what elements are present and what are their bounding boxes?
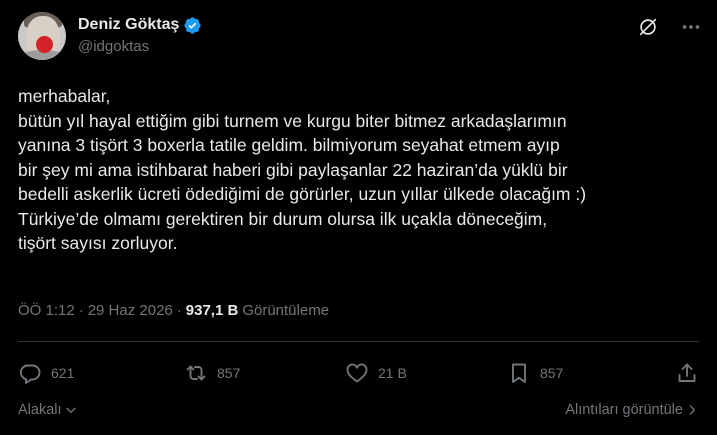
avatar[interactable]: [18, 12, 66, 60]
tweet-meta: ÖÖ 1:12 · 29 Haz 2026 · 937,1 B Görüntül…: [18, 302, 329, 319]
meta-separator: ·: [176, 302, 182, 319]
grok-icon[interactable]: [637, 16, 659, 38]
share-button[interactable]: [675, 358, 699, 388]
sort-label: Alakalı: [18, 402, 62, 418]
heart-icon: [346, 363, 368, 383]
tweet-line: yanına 3 tişört 3 boxerla tatile geldim.…: [18, 135, 560, 155]
tweet-time[interactable]: ÖÖ 1:12: [18, 302, 75, 319]
author-names: Deniz Göktaş @idgoktas: [78, 14, 202, 55]
more-icon[interactable]: [679, 16, 703, 38]
tweet-line: Türkiye’de olmamı gerektiren bir durum o…: [18, 208, 548, 229]
views-count: 937,1 B: [185, 302, 239, 319]
repost-icon: [186, 365, 206, 381]
tweet-date[interactable]: 29 Haz 2026: [88, 302, 173, 319]
chevron-down-icon: [65, 407, 76, 413]
bookmark-button[interactable]: 857: [507, 358, 563, 388]
action-bar: 621 857 21 B 857: [18, 358, 699, 388]
verified-badge-icon[interactable]: [183, 16, 202, 35]
views-label: Görüntüleme: [242, 302, 330, 319]
tweet-line: tişört sayısı zorluyor.: [18, 233, 178, 253]
bookmark-icon: [512, 363, 526, 383]
meta-separator: ·: [78, 302, 84, 319]
tweet-text: merhabalar, bütün yıl hayal ettiğim gibi…: [18, 84, 708, 256]
avatar-clown-nose: [36, 36, 53, 53]
sort-dropdown[interactable]: Alakalı: [18, 402, 78, 418]
author-display-name[interactable]: Deniz Göktaş: [78, 16, 179, 34]
tweet-line: bedelli askerlik ücreti ödediğimi de gör…: [18, 184, 587, 204]
tweet-line: bütün yıl hayal ettiğim gibi turnem ve k…: [18, 110, 567, 131]
view-quotes-label: Alıntıları görüntüle: [565, 402, 683, 418]
tweet-line: merhabalar,: [18, 86, 111, 106]
tweet-line: bir şey mi ama istihbarat haberi gibi pa…: [18, 159, 568, 180]
chevron-right-icon: [689, 405, 695, 415]
like-count: 21 B: [378, 365, 407, 381]
replies-toolbar: Alakalı Alıntıları görüntüle: [18, 400, 699, 422]
share-icon: [678, 363, 696, 382]
like-button[interactable]: 21 B: [345, 358, 407, 388]
reply-count: 621: [51, 365, 75, 381]
divider: [18, 341, 699, 342]
bookmark-count: 857: [540, 365, 564, 381]
author-handle[interactable]: @idgoktas: [78, 38, 202, 55]
repost-button[interactable]: 857: [184, 358, 240, 388]
view-quotes-link[interactable]: Alıntıları görüntüle: [565, 402, 699, 418]
reply-button[interactable]: 621: [18, 358, 74, 388]
tweet-header: Deniz Göktaş @idgoktas: [18, 12, 703, 60]
repost-count: 857: [217, 365, 241, 381]
reply-icon: [19, 364, 41, 384]
